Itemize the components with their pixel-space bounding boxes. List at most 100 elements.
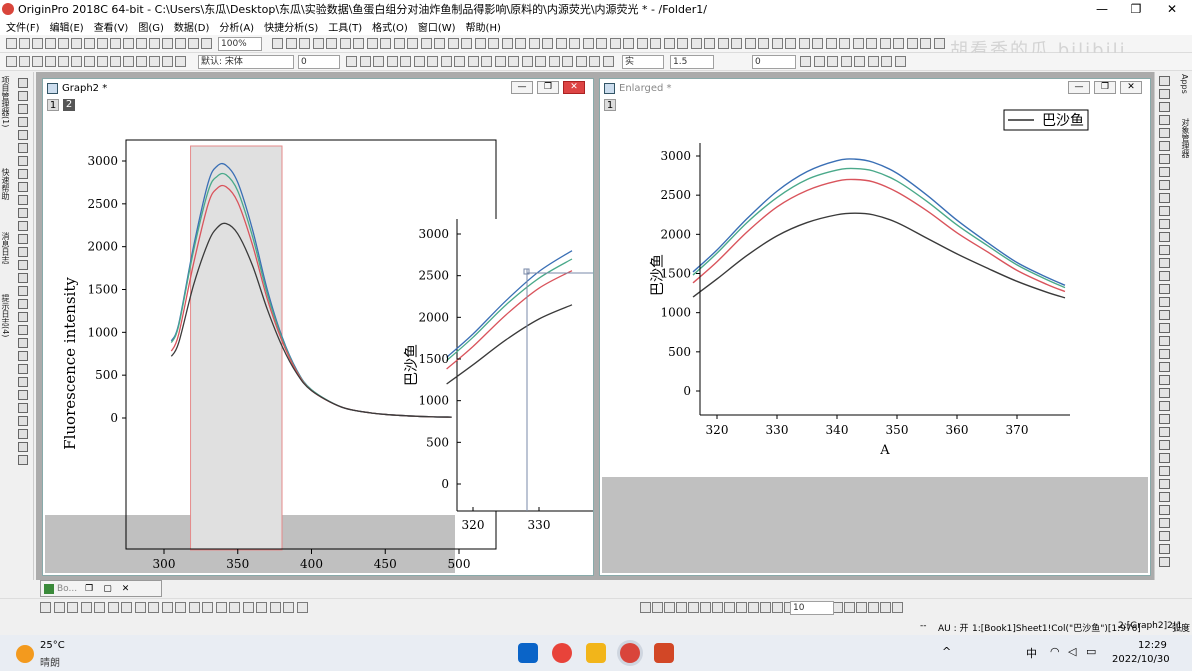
toolbar-btn-icon[interactable]	[326, 38, 337, 49]
left-tool-icon[interactable]	[18, 156, 28, 166]
toolbar-btn-icon[interactable]	[201, 38, 212, 49]
object-btn-icon[interactable]	[664, 602, 675, 613]
format-btn-icon[interactable]	[346, 56, 357, 67]
format-btn-icon[interactable]	[467, 56, 479, 67]
format-btn-icon[interactable]	[508, 56, 519, 67]
toolbar-btn-icon[interactable]	[339, 38, 351, 49]
toolbar-btn-icon[interactable]	[188, 38, 199, 49]
left-tool-icon[interactable]	[18, 104, 28, 114]
left-tool-icon[interactable]	[18, 390, 28, 400]
toolbar-btn-icon[interactable]	[45, 38, 56, 49]
menu-analysis[interactable]: 分析(A)	[219, 19, 254, 34]
toolbar-btn-icon[interactable]	[312, 38, 324, 49]
toolbar-btn-icon[interactable]	[461, 38, 472, 49]
close-button[interactable]: ✕	[1154, 0, 1190, 17]
powerpoint-icon[interactable]	[654, 643, 674, 663]
toolbar-btn-icon[interactable]	[123, 38, 134, 49]
toolbar-btn-icon[interactable]	[380, 38, 391, 49]
line-width-dropdown[interactable]: 1.5	[670, 55, 714, 69]
toolbar-btn-icon[interactable]	[690, 38, 702, 49]
plot-type-btn-icon[interactable]	[67, 602, 78, 613]
left-tool-icon[interactable]	[18, 442, 28, 452]
minimized-max-button[interactable]: ▢	[103, 584, 112, 594]
right-tool-icon[interactable]	[1159, 414, 1170, 424]
format-btn-icon[interactable]	[881, 56, 892, 67]
format-btn-icon[interactable]	[840, 56, 852, 67]
toolbar-btn-icon[interactable]	[758, 38, 769, 49]
toolbar-btn-icon[interactable]	[32, 38, 43, 49]
left-tool-icon[interactable]	[18, 455, 28, 465]
left-tool-icon[interactable]	[18, 182, 28, 192]
font-size-dropdown[interactable]: 0	[298, 55, 340, 69]
project-explorer-tab[interactable]: 项目管理器(1)	[1, 76, 11, 127]
toolbar-btn-icon[interactable]	[717, 38, 729, 49]
format-btn-icon[interactable]	[535, 56, 546, 67]
toolbar-btn-icon[interactable]	[555, 38, 567, 49]
object-btn-icon[interactable]	[712, 602, 723, 613]
toolbar-btn-icon[interactable]	[136, 38, 147, 49]
toolbar-btn-icon[interactable]	[19, 38, 30, 49]
left-tool-icon[interactable]	[18, 234, 28, 244]
left-tool-icon[interactable]	[18, 247, 28, 257]
toolbar-btn-icon[interactable]	[744, 38, 756, 49]
left-tool-icon[interactable]	[18, 377, 28, 387]
toolbar-btn-icon[interactable]	[663, 38, 675, 49]
format-btn-icon[interactable]	[32, 56, 43, 67]
minimize-button[interactable]: —	[1084, 0, 1120, 17]
toolbar-btn-icon[interactable]	[852, 38, 864, 49]
chrome-icon[interactable]	[552, 643, 572, 663]
toolbar-btn-icon[interactable]	[677, 38, 688, 49]
symbol-size-dropdown[interactable]: 0	[752, 55, 796, 69]
object-btn-icon[interactable]	[676, 602, 687, 613]
toolbar-btn-icon[interactable]	[366, 38, 378, 49]
format-btn-icon[interactable]	[454, 56, 465, 67]
plot-type-btn-icon[interactable]	[215, 602, 227, 613]
toolbar-btn-icon[interactable]	[771, 38, 783, 49]
toolbar-btn-icon[interactable]	[825, 38, 837, 49]
toolbar-btn-icon[interactable]	[175, 38, 186, 49]
format-btn-icon[interactable]	[827, 56, 838, 67]
enlarged-minimize-button[interactable]: —	[1068, 81, 1090, 94]
right-tool-icon[interactable]	[1159, 323, 1170, 333]
right-tool-icon[interactable]	[1159, 440, 1170, 450]
bottom-size-dropdown[interactable]: 10	[790, 601, 834, 615]
right-tool-icon[interactable]	[1159, 388, 1170, 398]
left-tool-icon[interactable]	[18, 130, 28, 140]
menu-help[interactable]: 帮助(H)	[466, 19, 501, 34]
toolbar-btn-icon[interactable]	[731, 38, 742, 49]
plot-type-btn-icon[interactable]	[161, 602, 173, 613]
object-btn-icon[interactable]	[880, 602, 891, 613]
left-tool-icon[interactable]	[18, 312, 28, 322]
format-btn-icon[interactable]	[97, 56, 108, 67]
format-btn-icon[interactable]	[123, 56, 134, 67]
left-tool-icon[interactable]	[18, 260, 28, 270]
quick-help-tab[interactable]: 快速帮助	[1, 168, 11, 200]
toolbar-btn-icon[interactable]	[893, 38, 904, 49]
volume-icon[interactable]: ◁	[1068, 645, 1076, 658]
format-btn-icon[interactable]	[440, 56, 452, 67]
left-tool-icon[interactable]	[18, 364, 28, 374]
toolbar-btn-icon[interactable]	[866, 38, 877, 49]
format-btn-icon[interactable]	[521, 56, 533, 67]
toolbar-btn-icon[interactable]	[798, 38, 810, 49]
toolbar-btn-icon[interactable]	[407, 38, 418, 49]
toolbar-btn-icon[interactable]	[933, 38, 945, 49]
object-btn-icon[interactable]	[844, 602, 855, 613]
toolbar-btn-icon[interactable]	[582, 38, 594, 49]
plot-type-btn-icon[interactable]	[202, 602, 213, 613]
menu-format[interactable]: 格式(O)	[372, 19, 408, 34]
menu-data[interactable]: 数据(D)	[174, 19, 210, 34]
format-btn-icon[interactable]	[894, 56, 906, 67]
right-tool-icon[interactable]	[1159, 375, 1170, 385]
format-btn-icon[interactable]	[548, 56, 560, 67]
toolbar-btn-icon[interactable]	[812, 38, 823, 49]
minimized-book-window[interactable]: Bo... ❐ ▢ ✕	[40, 580, 162, 597]
graph2-canvas[interactable]: 300350400450500050010001500200025003000W…	[43, 97, 593, 575]
format-btn-icon[interactable]	[589, 56, 600, 67]
right-tool-icon[interactable]	[1159, 180, 1170, 190]
left-tool-icon[interactable]	[18, 429, 28, 439]
toolbar-btn-icon[interactable]	[488, 38, 499, 49]
toolbar-btn-icon[interactable]	[272, 38, 283, 49]
plot-type-btn-icon[interactable]	[256, 602, 267, 613]
left-tool-icon[interactable]	[18, 273, 28, 283]
